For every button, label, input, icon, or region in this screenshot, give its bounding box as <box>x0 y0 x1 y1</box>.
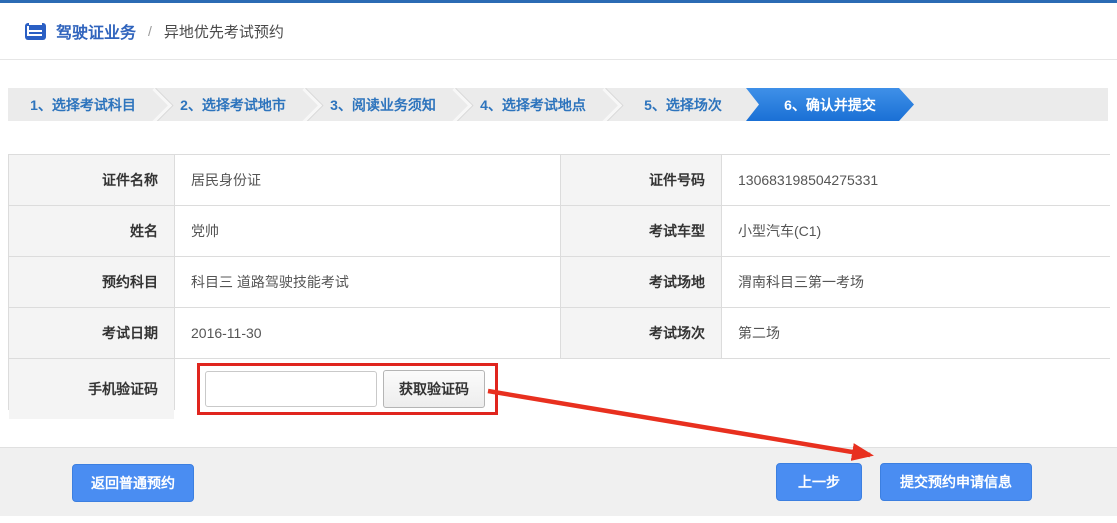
header: 驾驶证业务 / 异地优先考试预约 <box>0 3 1117 60</box>
field-value-id-number: 130683198504275331 <box>722 155 1110 205</box>
field-label-exam-date: 考试日期 <box>9 308 174 358</box>
breadcrumb-section[interactable]: 驾驶证业务 <box>56 19 136 43</box>
field-label-exam-session: 考试场次 <box>561 308 721 358</box>
previous-step-button[interactable]: 上一步 <box>776 463 862 501</box>
field-label-id-type: 证件名称 <box>9 155 174 205</box>
back-to-normal-booking-button[interactable]: 返回普通预约 <box>72 464 194 502</box>
field-label-sms-code: 手机验证码 <box>9 359 174 419</box>
footer-bar: 返回普通预约 上一步 提交预约申请信息 <box>0 447 1117 516</box>
step-2: 2、选择考试地市 <box>158 88 308 121</box>
step-5: 5、选择场次 <box>608 88 758 121</box>
field-value-id-type: 居民身份证 <box>175 155 560 205</box>
page: 驾驶证业务 / 异地优先考试预约 1、选择考试科目 2、选择考试地市 3、阅读业… <box>0 0 1117 523</box>
red-highlight-box: 获取验证码 <box>197 363 498 415</box>
field-value-name: 党帅 <box>175 206 560 256</box>
step-1: 1、选择考试科目 <box>8 88 158 121</box>
field-value-subject: 科目三 道路驾驶技能考试 <box>175 257 560 307</box>
field-label-exam-site: 考试场地 <box>561 257 721 307</box>
step-6-active: 6、确认并提交 <box>746 88 914 121</box>
sms-code-row: 获取验证码 <box>175 359 1110 419</box>
list-icon <box>25 23 46 40</box>
step-4: 4、选择考试地点 <box>458 88 608 121</box>
field-label-vehicle-type: 考试车型 <box>561 206 721 256</box>
field-value-exam-site: 渭南科目三第一考场 <box>722 257 1110 307</box>
step-wizard: 1、选择考试科目 2、选择考试地市 3、阅读业务须知 4、选择考试地点 5、选择… <box>8 88 1108 121</box>
step-3: 3、阅读业务须知 <box>308 88 458 121</box>
submit-booking-button[interactable]: 提交预约申请信息 <box>880 463 1032 501</box>
field-value-vehicle-type: 小型汽车(C1) <box>722 206 1110 256</box>
breadcrumb-separator: / <box>148 23 152 39</box>
page-title: 异地优先考试预约 <box>164 21 284 42</box>
field-label-subject: 预约科目 <box>9 257 174 307</box>
field-label-name: 姓名 <box>9 206 174 256</box>
get-sms-code-button[interactable]: 获取验证码 <box>383 370 485 408</box>
sms-code-input[interactable] <box>205 371 377 407</box>
field-label-id-number: 证件号码 <box>561 155 721 205</box>
field-value-exam-session: 第二场 <box>722 308 1110 358</box>
field-value-exam-date: 2016-11-30 <box>175 308 560 358</box>
confirmation-table: 证件名称 居民身份证 证件号码 130683198504275331 姓名 党帅… <box>8 154 1110 410</box>
